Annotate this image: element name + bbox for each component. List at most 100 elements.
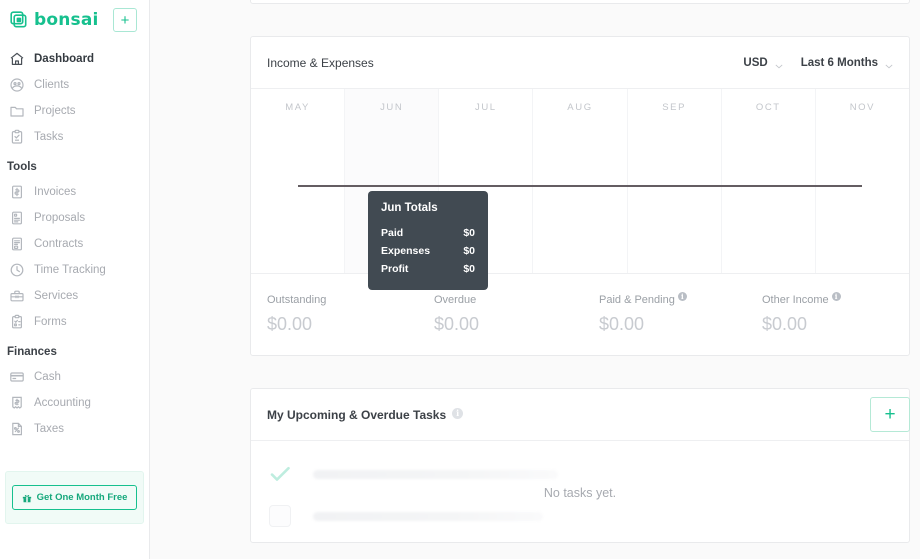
tasks-body: No tasks yet. — [251, 441, 909, 543]
chart-tooltip: Jun Totals Paid $0 Expenses $0 Profit $0 — [368, 191, 488, 290]
sidebar-item-label: Services — [34, 290, 79, 302]
tasks-header: My Upcoming & Overdue Tasks i + — [251, 389, 910, 441]
get-one-month-free-button[interactable]: Get One Month Free — [11, 485, 138, 510]
stat-other-income: Other Income i $0.00 — [762, 292, 893, 335]
income-expenses-chart[interactable]: MAY JUN JUL AUG SEP OCT NOV Jun Totals P… — [251, 89, 909, 290]
stat-value: $0.00 — [434, 314, 480, 334]
placeholder-bar — [313, 511, 543, 521]
stat-label: Overdue — [434, 294, 477, 306]
placeholder-task-row — [269, 505, 543, 527]
check-icon — [269, 463, 291, 485]
clipboard-check-icon — [9, 129, 25, 145]
app-root: bonsai + Dashboard Clients Projects Task… — [0, 0, 920, 559]
sidebar-group-tools: Tools — [7, 161, 37, 173]
tooltip-row-label: Expenses — [381, 245, 431, 257]
info-icon[interactable]: i — [677, 292, 687, 301]
sidebar-item-time-tracking[interactable]: Time Tracking — [0, 257, 149, 283]
add-task-button[interactable]: + — [870, 397, 910, 432]
credit-card-icon — [9, 369, 25, 385]
sidebar-item-forms[interactable]: Forms — [0, 309, 149, 335]
sidebar-item-proposals[interactable]: Proposals — [0, 205, 149, 231]
x-tick-label: JUL — [475, 102, 497, 113]
stat-label-wrap: Other Income i — [762, 292, 893, 306]
sidebar-item-contracts[interactable]: Contracts — [0, 231, 149, 257]
primary-nav: Dashboard Clients Projects Tasks Tools I… — [0, 40, 149, 442]
stat-overdue: Overdue $0.00 — [434, 294, 599, 335]
bonsai-logo-icon — [10, 11, 28, 29]
sidebar-item-label: Proposals — [34, 212, 86, 224]
sidebar-item-cash[interactable]: Cash — [0, 364, 149, 390]
chevron-down-icon — [775, 60, 783, 69]
sidebar-item-label: Contracts — [34, 238, 84, 250]
chart-bottom-divider — [251, 273, 909, 274]
stat-paid-and-pending: Paid & Pending i $0.00 — [599, 292, 762, 335]
x-tick-label: AUG — [567, 102, 593, 113]
sidebar-item-label: Time Tracking — [34, 264, 106, 276]
sidebar-item-accounting[interactable]: Accounting — [0, 390, 149, 416]
info-icon[interactable]: i — [452, 407, 464, 419]
tooltip-row-value: $0 — [463, 227, 475, 239]
sidebar: bonsai + Dashboard Clients Projects Task… — [0, 0, 150, 559]
promo-panel: Get One Month Free — [5, 471, 144, 524]
x-tick-label: NOV — [849, 102, 876, 113]
sidebar-item-dashboard[interactable]: Dashboard — [0, 46, 149, 72]
info-icon[interactable]: i — [831, 292, 841, 301]
stat-value: $0.00 — [762, 314, 808, 334]
sidebar-add-button[interactable]: + — [113, 8, 137, 32]
x-tick-label: OCT — [755, 102, 781, 113]
sidebar-item-label: Accounting — [34, 397, 91, 409]
stat-label-wrap: Paid & Pending i — [599, 292, 762, 306]
sidebar-item-label: Tasks — [34, 131, 64, 143]
chart-column-nov[interactable]: NOV — [816, 89, 909, 274]
accounting-icon — [9, 395, 25, 411]
stat-label: Paid & Pending — [599, 294, 675, 306]
placeholder-task-row — [269, 463, 558, 485]
tooltip-row-value: $0 — [463, 245, 475, 257]
clients-icon — [9, 77, 25, 93]
tooltip-row-profit: Profit $0 — [381, 260, 475, 278]
chart-column-aug[interactable]: AUG — [533, 89, 628, 274]
sidebar-item-taxes[interactable]: Taxes — [0, 416, 149, 442]
stat-label-wrap: Outstanding — [267, 294, 434, 306]
currency-selector[interactable]: USD — [743, 57, 783, 69]
sidebar-item-clients[interactable]: Clients — [0, 72, 149, 98]
empty-state-text: No tasks yet. — [543, 486, 617, 500]
header-controls: USD Last 6 Months — [743, 57, 893, 69]
sidebar-item-services[interactable]: Services — [0, 283, 149, 309]
toolbox-icon — [9, 288, 25, 304]
sidebar-item-projects[interactable]: Projects — [0, 98, 149, 124]
proposal-icon — [9, 210, 25, 226]
stat-value: $0.00 — [599, 314, 645, 334]
stat-value: $0.00 — [267, 314, 313, 334]
chevron-down-icon — [885, 60, 893, 69]
checkbox-icon — [269, 505, 291, 527]
folder-icon — [9, 103, 25, 119]
date-range-selector[interactable]: Last 6 Months — [801, 57, 893, 69]
card-above-partial — [250, 0, 910, 4]
x-tick-label: SEP — [662, 102, 687, 113]
sidebar-item-tasks[interactable]: Tasks — [0, 124, 149, 150]
chart-zero-baseline — [298, 185, 862, 187]
chart-column-may[interactable]: MAY — [251, 89, 346, 274]
x-tick-label: MAY — [285, 102, 310, 113]
upcoming-overdue-tasks-card: My Upcoming & Overdue Tasks i + No tasks… — [250, 388, 910, 543]
sidebar-item-invoices[interactable]: Invoices — [0, 179, 149, 205]
gift-icon — [22, 493, 32, 503]
chart-grid: MAY JUN JUL AUG SEP OCT NOV — [251, 89, 909, 274]
chart-column-sep[interactable]: SEP — [628, 89, 722, 274]
form-icon — [9, 314, 25, 330]
chart-column-oct[interactable]: OCT — [722, 89, 816, 274]
sidebar-item-label: Forms — [34, 316, 67, 328]
tooltip-title: Jun Totals — [381, 202, 438, 214]
promo-button-label: Get One Month Free — [36, 492, 128, 503]
sidebar-item-label: Cash — [34, 371, 61, 383]
stat-label: Other Income — [762, 294, 829, 306]
brand-row: bonsai + — [0, 0, 149, 40]
tooltip-row-value: $0 — [463, 263, 475, 275]
tooltip-row-label: Paid — [381, 227, 404, 239]
tooltip-row-label: Profit — [381, 263, 409, 275]
tax-percent-icon — [9, 421, 25, 437]
income-expenses-header: Income & Expenses USD Last 6 Months — [251, 37, 909, 89]
stat-outstanding: Outstanding $0.00 — [267, 294, 434, 335]
sidebar-item-label: Projects — [34, 105, 76, 117]
